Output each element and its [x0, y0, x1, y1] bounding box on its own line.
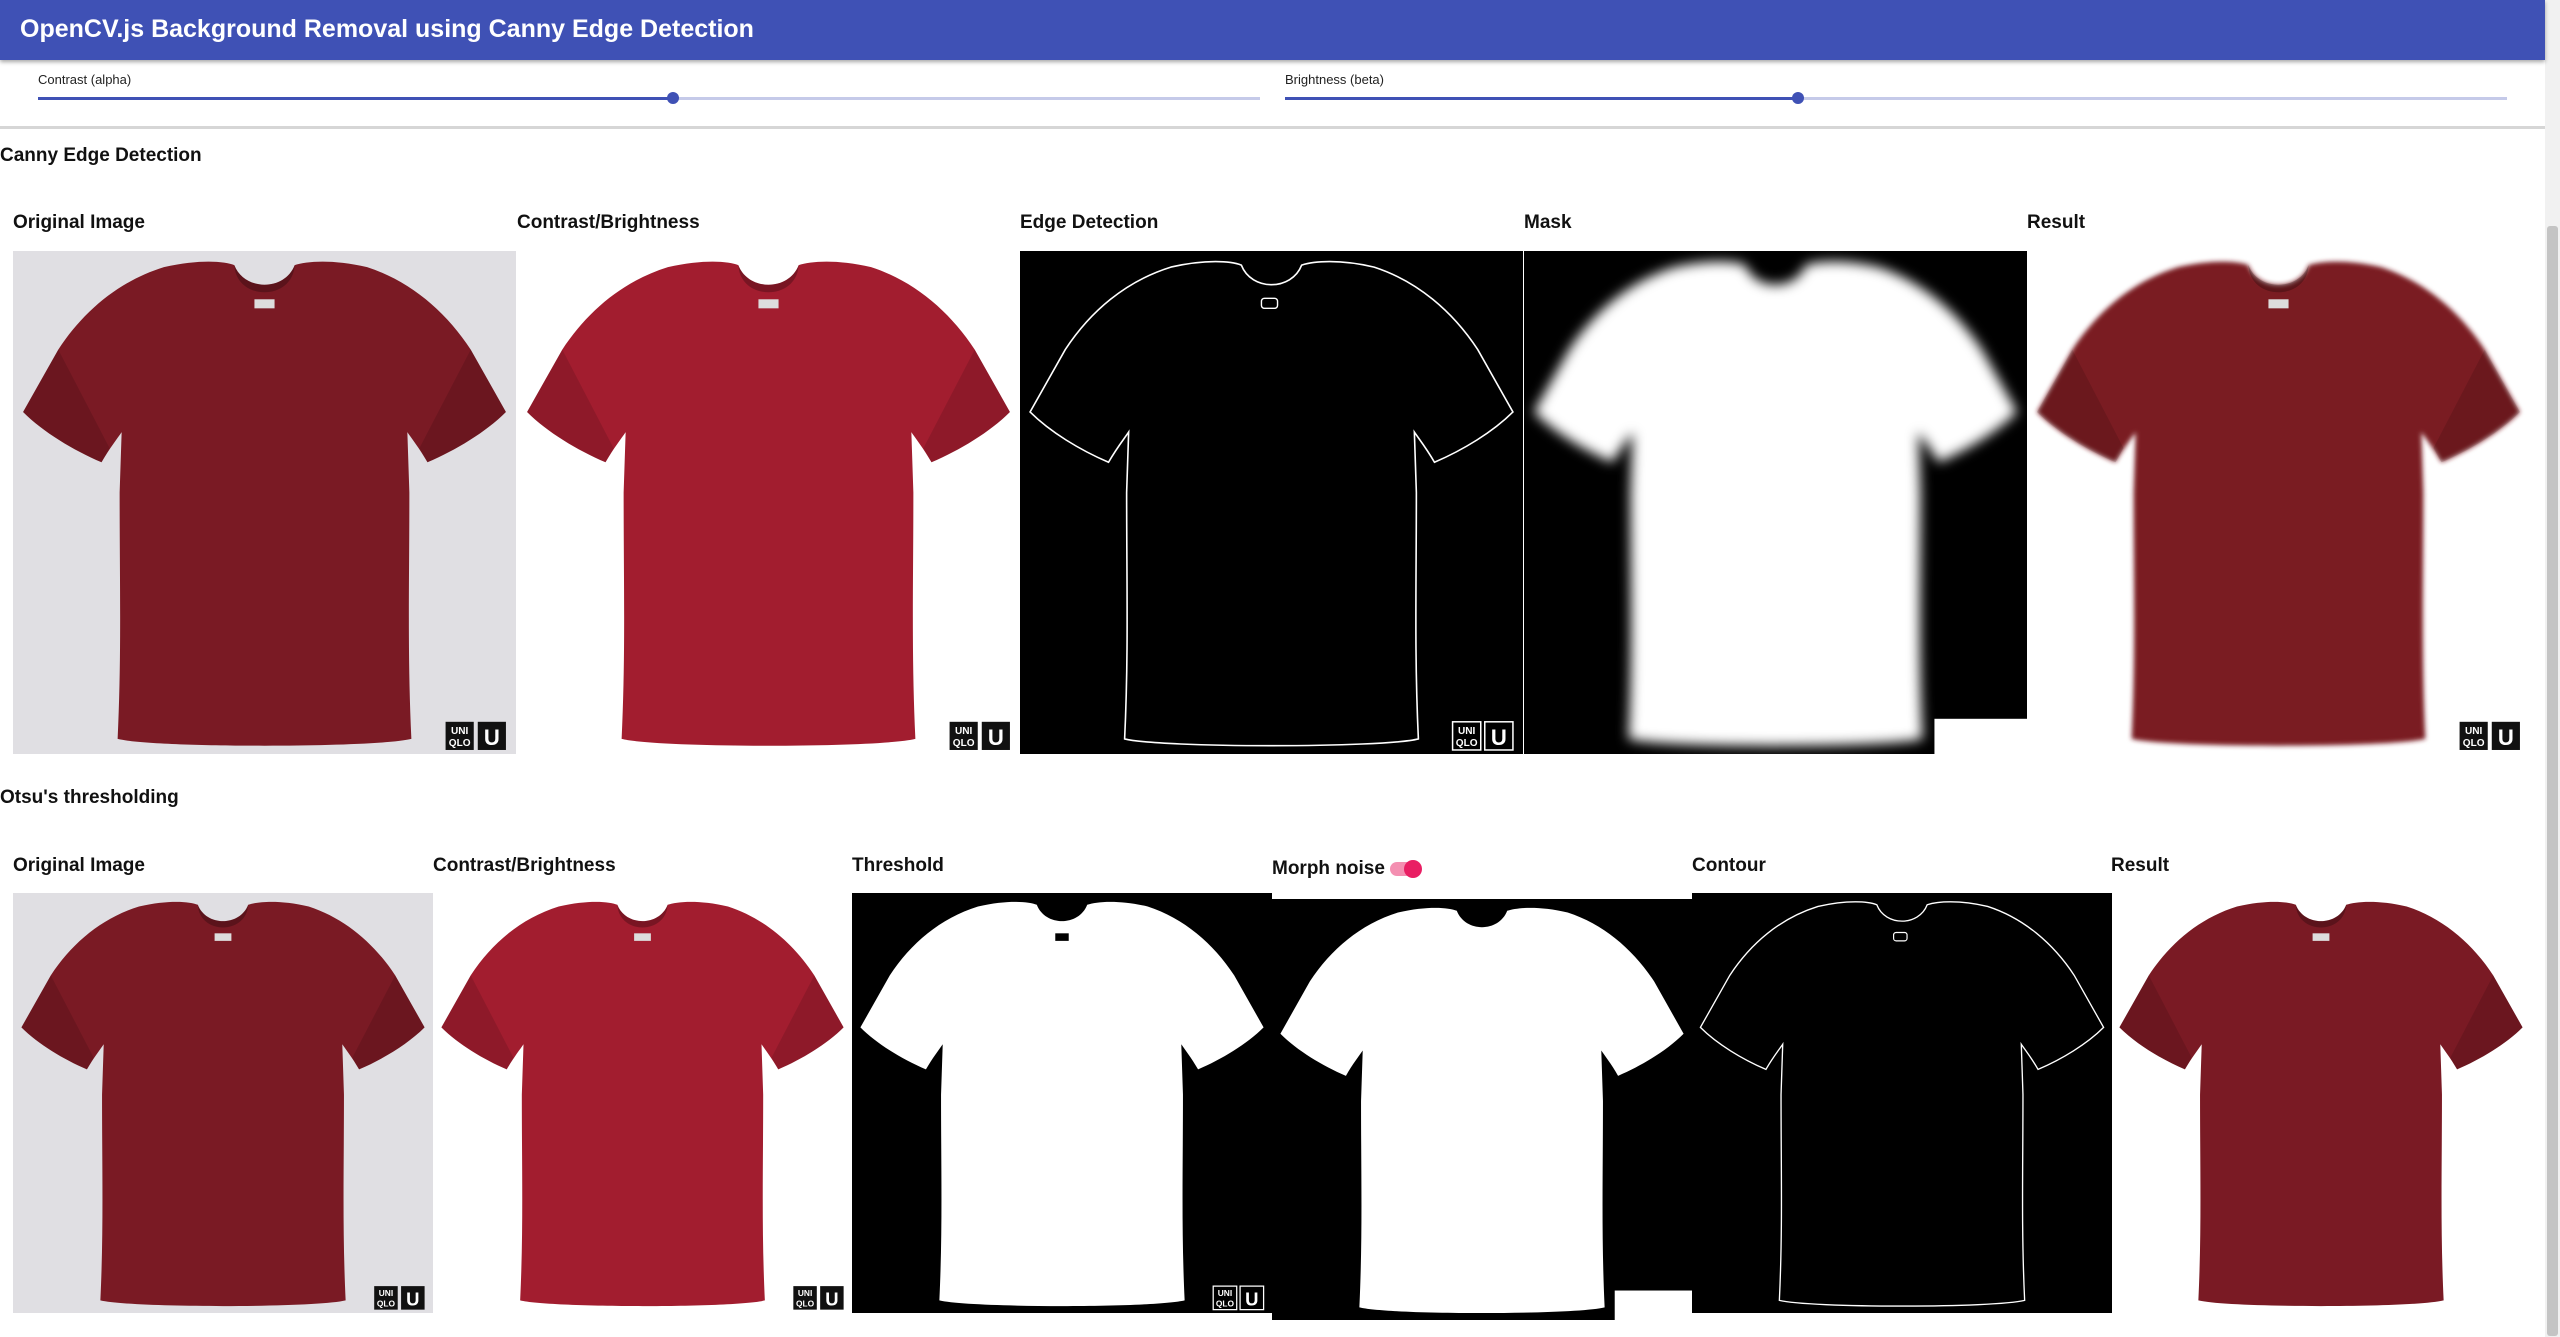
otsu-contrast-image: UNI QLO U — [433, 893, 852, 1313]
tshirt-shape — [441, 901, 844, 1307]
canny-contrast-label: Contrast/Brightness — [517, 212, 700, 233]
canny-original-image: UNI QLO U — [13, 251, 516, 754]
otsu-contour-image — [1692, 893, 2112, 1313]
tshirt-shape — [2119, 901, 2523, 1307]
controls-divider — [0, 126, 2545, 129]
otsu-section-title: Otsu's thresholding — [0, 787, 179, 808]
tshirt-shape — [2037, 261, 2520, 746]
svg-text:UNI: UNI — [798, 1288, 812, 1298]
app-bar: OpenCV.js Background Removal using Canny… — [0, 0, 2545, 60]
otsu-result-image — [2111, 893, 2531, 1313]
page-title: OpenCV.js Background Removal using Canny… — [20, 15, 754, 43]
canny-edge-image: UNI QLO U — [1020, 251, 1523, 754]
otsu-morph-image — [1272, 899, 1692, 1320]
brightness-slider-fill — [1285, 97, 1799, 100]
morph-noise-toggle[interactable] — [1390, 860, 1422, 878]
canny-mask-label: Mask — [1524, 212, 1572, 233]
otsu-threshold-label: Threshold — [852, 855, 944, 876]
vertical-scrollbar[interactable] — [2545, 0, 2560, 1337]
canny-mask-image — [1524, 251, 2027, 754]
svg-text:UNI: UNI — [1458, 726, 1476, 737]
tshirt-shape — [527, 261, 1010, 746]
svg-text:U: U — [1491, 725, 1507, 750]
brightness-slider-label: Brightness (beta) — [1285, 72, 1384, 87]
svg-text:QLO: QLO — [1456, 738, 1478, 749]
svg-text:UNI: UNI — [955, 726, 973, 737]
canny-edge-label: Edge Detection — [1020, 212, 1159, 233]
svg-text:UNI: UNI — [451, 726, 469, 737]
svg-text:U: U — [406, 1288, 419, 1309]
svg-text:UNI: UNI — [379, 1288, 393, 1298]
svg-text:QLO: QLO — [377, 1298, 396, 1308]
canny-contrast-image: UNI QLO U — [517, 251, 1020, 754]
svg-text:U: U — [988, 725, 1004, 750]
scrollbar-thumb[interactable] — [2547, 226, 2558, 1336]
contrast-slider-label: Contrast (alpha) — [38, 72, 132, 87]
brand-logo: UNIQLO U — [949, 721, 1010, 750]
contrast-slider-fill — [38, 97, 674, 100]
svg-text:QLO: QLO — [449, 738, 471, 749]
contrast-slider[interactable] — [38, 92, 1260, 104]
svg-text:U: U — [2498, 725, 2514, 750]
otsu-morph-label: Morph noise — [1272, 858, 1385, 879]
otsu-original-label: Original Image — [13, 855, 145, 876]
canny-original-label: Original Image — [13, 212, 145, 233]
otsu-contour-label: Contour — [1692, 855, 1766, 876]
svg-text:U: U — [1245, 1288, 1258, 1309]
otsu-contrast-label: Contrast/Brightness — [433, 855, 616, 876]
svg-text:U: U — [484, 725, 500, 750]
svg-text:U: U — [825, 1288, 838, 1309]
svg-text:QLO: QLO — [2463, 738, 2485, 749]
canny-section-title: Canny Edge Detection — [0, 145, 202, 166]
brightness-slider[interactable] — [1285, 92, 2507, 104]
svg-text:UNI: UNI — [2465, 726, 2483, 737]
svg-text:QLO: QLO — [1216, 1298, 1235, 1308]
canny-result-label: Result — [2027, 212, 2086, 233]
canny-result-image: UNI QLO U — [2027, 251, 2530, 754]
svg-text:UNI: UNI — [1218, 1288, 1232, 1298]
svg-text:QLO: QLO — [953, 738, 975, 749]
toggle-knob — [1404, 860, 1422, 878]
contrast-slider-thumb[interactable] — [667, 92, 680, 104]
brand-logo: UNIQLO U — [2459, 721, 2520, 750]
otsu-threshold-image: UNI QLO U — [852, 893, 1272, 1313]
brightness-slider-thumb[interactable] — [1792, 92, 1805, 104]
otsu-result-label: Result — [2111, 855, 2170, 876]
brand-logo: UNIQLO U — [793, 1286, 844, 1310]
otsu-original-image: UNI QLO U — [13, 893, 433, 1313]
svg-text:QLO: QLO — [796, 1298, 815, 1308]
